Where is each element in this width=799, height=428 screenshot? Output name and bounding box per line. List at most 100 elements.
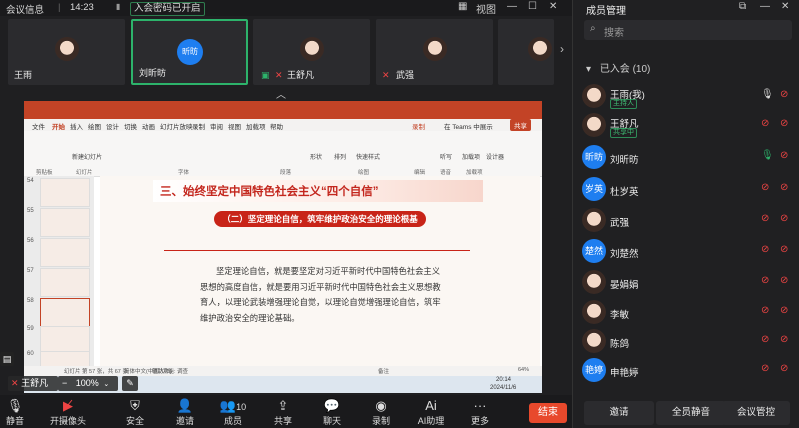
member-row[interactable]: 陈鸽 ⊘ ⊘ xyxy=(582,329,792,357)
members-button[interactable]: 👥10 成员 xyxy=(214,398,252,427)
video-tile-active[interactable]: 昕昉 刘昕昉 xyxy=(131,19,248,85)
mute-all-button[interactable]: 全员静音 xyxy=(656,401,726,425)
designer-button[interactable]: 设计器 xyxy=(486,152,504,161)
more-button[interactable]: ··· 更多 xyxy=(461,398,499,427)
mic-icon[interactable]: 🎙 xyxy=(761,89,774,100)
arrange-button[interactable]: 排列 xyxy=(334,152,346,161)
member-row[interactable]: 楚然 刘楚然 ⊘ ⊘ xyxy=(582,239,792,267)
close-icon[interactable]: ✕ xyxy=(549,1,557,12)
camera-off-icon[interactable]: ⊘ xyxy=(780,244,788,255)
video-tile[interactable]: ▣ ✕ 王舒凡 xyxy=(253,19,370,85)
slide-thumb[interactable] xyxy=(40,268,90,297)
present-teams-button[interactable]: 在 Teams 中展示 xyxy=(444,121,493,131)
zoom-level[interactable]: 100% xyxy=(76,378,99,388)
pen-icon[interactable]: ✎ xyxy=(122,376,138,391)
tab-record[interactable]: 录制 xyxy=(192,121,205,131)
group-header[interactable]: ▾ 已入会 (10) xyxy=(586,60,650,75)
member-row[interactable]: 晏娟娟 ⊘ ⊘ xyxy=(582,270,792,298)
video-tile[interactable]: ✕ 武强 xyxy=(376,19,493,85)
tab-review[interactable]: 审阅 xyxy=(210,121,223,131)
tab-draw[interactable]: 绘图 xyxy=(88,121,101,131)
mic-active-icon[interactable]: 🎙 xyxy=(761,150,774,161)
mic-off-icon[interactable]: ⊘ xyxy=(761,275,769,286)
share-button[interactable]: 共享 xyxy=(510,119,531,131)
share-screen-button[interactable]: ⇪ 共享 xyxy=(264,398,302,427)
tab-design[interactable]: 设计 xyxy=(106,121,119,131)
tab-home[interactable]: 开始 xyxy=(52,121,65,131)
tab-file[interactable]: 文件 xyxy=(32,121,45,131)
ppt-zoom[interactable]: 64% xyxy=(518,367,529,373)
video-tile-partial[interactable] xyxy=(498,19,554,85)
camera-off-icon[interactable]: ⊘ xyxy=(780,305,788,316)
mute-button[interactable]: 🎙 静音 xyxy=(0,398,34,427)
chat-button[interactable]: 💬 聊天 xyxy=(313,398,351,427)
tab-insert[interactable]: 插入 xyxy=(70,121,83,131)
camera-off-icon[interactable]: ⊘ xyxy=(780,334,788,345)
tab-help[interactable]: 帮助 xyxy=(270,121,283,131)
member-row[interactable]: 李敏 ⊘ ⊘ xyxy=(582,300,792,328)
chevron-down-icon[interactable]: ⌄ xyxy=(103,381,109,388)
camera-button[interactable]: ▶̸ 开摄像头 xyxy=(46,398,90,427)
avatar xyxy=(582,208,606,232)
camera-off-icon[interactable]: ⊘ xyxy=(780,363,788,374)
mic-off-icon[interactable]: ⊘ xyxy=(761,182,769,193)
avatar xyxy=(582,84,606,108)
tab-slideshow[interactable]: 幻灯片放映 xyxy=(160,121,193,131)
member-search[interactable]: ⌕ 搜索 xyxy=(584,20,792,40)
mic-off-icon[interactable]: ⊘ xyxy=(761,363,769,374)
tab-addins[interactable]: 加载项 xyxy=(246,121,266,131)
mic-off-icon[interactable]: ⊘ xyxy=(761,305,769,316)
quick-styles-button[interactable]: 快速样式 xyxy=(356,152,380,161)
end-meeting-button[interactable]: 结束 xyxy=(529,403,567,423)
minimize-icon[interactable]: — xyxy=(507,1,517,12)
annotate-icon[interactable]: ▤ xyxy=(0,352,14,366)
maximize-icon[interactable]: ☐ xyxy=(528,1,537,12)
tab-transitions[interactable]: 切换 xyxy=(124,121,137,131)
tab-view[interactable]: 视图 xyxy=(228,121,241,131)
mic-off-icon[interactable]: ⊘ xyxy=(761,244,769,255)
mic-off-icon[interactable]: ⊘ xyxy=(761,213,769,224)
slide-thumb[interactable] xyxy=(40,208,90,237)
shapes-button[interactable]: 形状 xyxy=(310,152,322,161)
member-row[interactable]: 王舒凡 共享中 ⊘ ⊘ xyxy=(582,113,792,141)
security-button[interactable]: ⛨ 安全 xyxy=(116,398,154,427)
meeting-control-button[interactable]: 会议管控 xyxy=(722,401,790,425)
member-row[interactable]: 艳婷 申艳婷 ⊘ ⊘ xyxy=(582,358,792,386)
dictate-button[interactable]: 听写 xyxy=(440,152,452,161)
camera-off-icon[interactable]: ⊘ xyxy=(780,182,788,193)
slide-thumb[interactable] xyxy=(40,238,90,267)
minimize-icon[interactable]: — xyxy=(760,1,770,12)
invite-button[interactable]: 邀请 xyxy=(584,401,654,425)
mic-off-icon[interactable]: ⊘ xyxy=(761,118,769,129)
zoom-out-button[interactable]: − xyxy=(62,378,67,388)
popout-icon[interactable]: ⧉ xyxy=(739,1,746,12)
camera-off-icon[interactable]: ⊘ xyxy=(780,118,788,129)
record-button[interactable]: ◉ 录制 xyxy=(362,398,400,427)
slide-thumb[interactable] xyxy=(40,178,90,207)
record-button[interactable]: 录制 xyxy=(412,121,425,131)
member-row[interactable]: 昕昉 刘昕昉 🎙 ⊘ xyxy=(582,145,792,173)
tab-animations[interactable]: 动画 xyxy=(142,121,155,131)
camera-off-icon[interactable]: ⊘ xyxy=(780,213,788,224)
member-row[interactable]: 岁英 杜岁英 ⊘ ⊘ xyxy=(582,177,792,205)
view-button[interactable]: 视图 xyxy=(476,1,496,16)
invite-button[interactable]: 👤 邀请 xyxy=(166,398,204,427)
notes-button[interactable]: 备注 xyxy=(378,367,389,375)
chevron-right-icon[interactable]: › xyxy=(560,42,564,56)
encryption-badge[interactable]: 入会密码已开启 xyxy=(130,2,205,16)
addins-button[interactable]: 加载项 xyxy=(462,152,480,161)
mic-off-icon[interactable]: ⊘ xyxy=(761,334,769,345)
layout-icon[interactable]: ▦ xyxy=(458,1,467,12)
chevron-up-icon[interactable]: ︿ xyxy=(276,86,286,101)
ai-assistant-button[interactable]: Ai AI助理 xyxy=(410,398,452,427)
meeting-info-button[interactable]: 会议信息 xyxy=(6,2,44,16)
camera-off-icon[interactable]: ⊘ xyxy=(780,150,788,161)
member-row[interactable]: 王雨(我) 主持人 🎙 ⊘ xyxy=(582,84,792,112)
member-row[interactable]: 武强 ⊘ ⊘ xyxy=(582,208,792,236)
camera-off-icon[interactable]: ⊘ xyxy=(780,89,788,100)
camera-off-icon[interactable]: ⊘ xyxy=(780,275,788,286)
new-slide-button[interactable]: 新建幻灯片 xyxy=(72,152,102,161)
video-tile[interactable]: 王雨 xyxy=(8,19,125,85)
slide-thumb-selected[interactable] xyxy=(40,298,90,327)
close-icon[interactable]: ✕ xyxy=(781,1,789,12)
